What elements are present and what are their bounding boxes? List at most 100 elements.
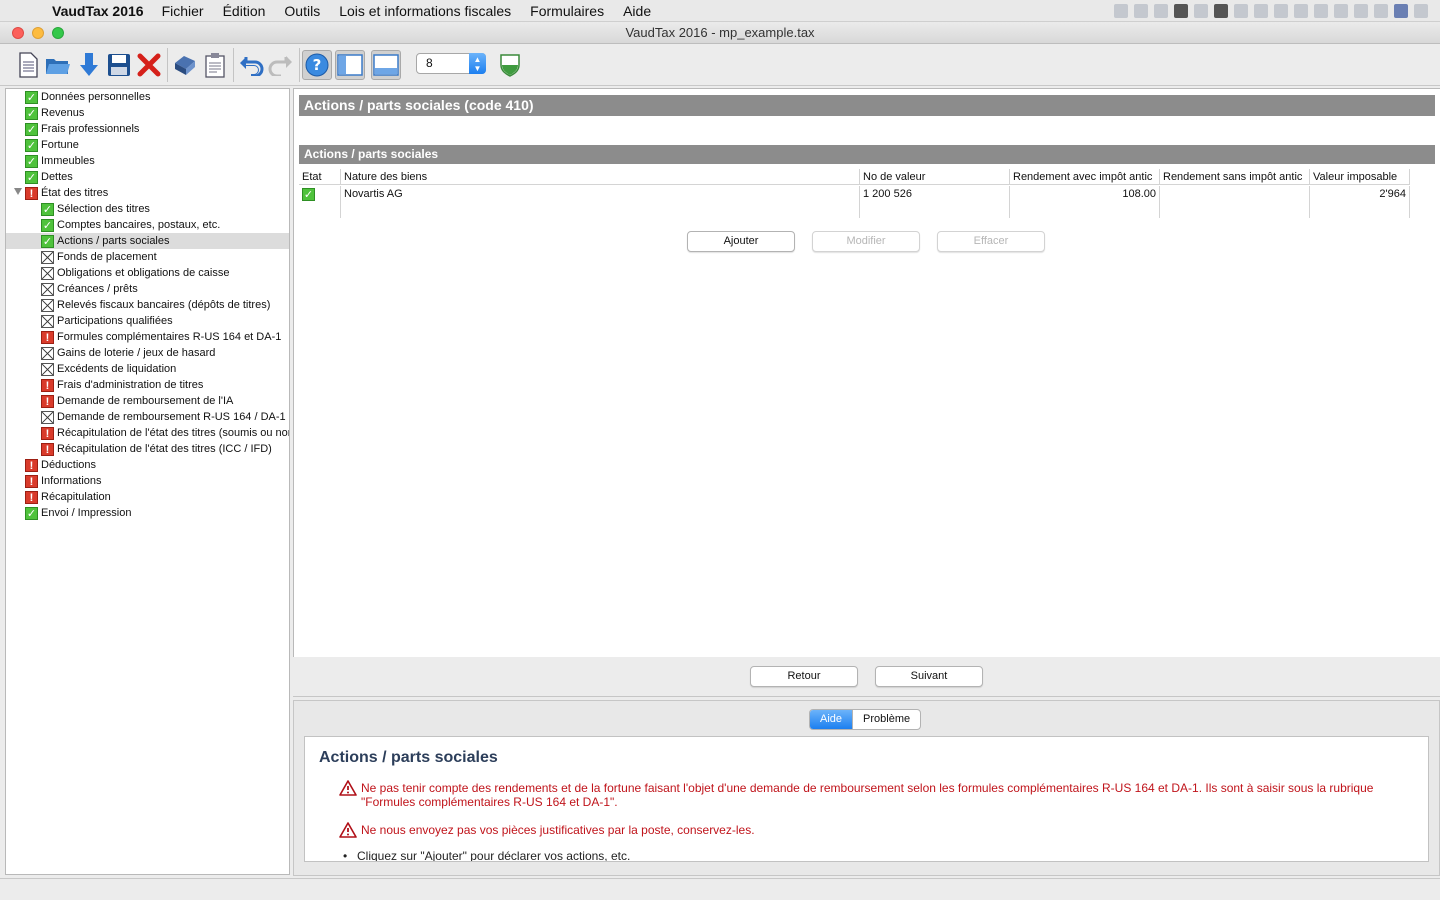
tree-item[interactable]: ✓ Comptes bancaires, postaux, etc. <box>6 217 289 233</box>
clipboard-icon[interactable] <box>200 50 230 80</box>
tray-icon[interactable] <box>1114 4 1128 18</box>
check-icon: ✓ <box>25 506 38 520</box>
tree-item-label: Immeubles <box>41 155 95 167</box>
tree-item[interactable]: ! Déductions <box>6 457 289 473</box>
tree-item[interactable]: ✓ Données personnelles <box>6 89 289 105</box>
tray-icon[interactable] <box>1194 4 1208 18</box>
tree-item[interactable]: ! Frais d'administration de titres <box>6 377 289 393</box>
tray-icon[interactable] <box>1374 4 1388 18</box>
menu-outils[interactable]: Outils <box>284 3 320 19</box>
tree-item[interactable]: Demande de remboursement R-US 164 / DA-1 <box>6 409 289 425</box>
minimize-window-button[interactable] <box>32 27 44 39</box>
tray-icon[interactable] <box>1414 4 1428 18</box>
tree-item[interactable]: ✓ Frais professionnels <box>6 121 289 137</box>
window-title: VaudTax 2016 - mp_example.tax <box>625 25 815 40</box>
menu-edition[interactable]: Édition <box>223 3 266 19</box>
next-button[interactable]: Suivant <box>875 666 983 687</box>
tree-item-label: Obligations et obligations de caisse <box>57 267 230 279</box>
sidebar-toggle-icon[interactable] <box>335 50 365 80</box>
undo-icon[interactable] <box>236 50 266 80</box>
open-folder-icon[interactable] <box>43 50 73 80</box>
tree-item[interactable]: Relevés fiscaux bancaires (dépôts de tit… <box>6 297 289 313</box>
tree-item[interactable]: ✓ Fortune <box>6 137 289 153</box>
help-icon[interactable]: ? <box>302 50 332 80</box>
table-row[interactable]: ✓ Novartis AG 1 200 526 108.00 2'964 <box>299 186 1410 218</box>
tree-item[interactable]: ✓ Revenus <box>6 105 289 121</box>
error-icon: ! <box>41 442 54 456</box>
back-button[interactable]: Retour <box>750 666 858 687</box>
column-header-no-valeur[interactable]: No de valeur <box>860 169 1010 184</box>
help-panel-toggle-icon[interactable] <box>371 50 401 80</box>
menu-lois[interactable]: Lois et informations fiscales <box>339 3 511 19</box>
tree-item[interactable]: ✓ Envoi / Impression <box>6 505 289 521</box>
close-window-button[interactable] <box>12 27 24 39</box>
tree-item[interactable]: ✓ Immeubles <box>6 153 289 169</box>
add-button[interactable]: Ajouter <box>687 231 795 252</box>
tree-item[interactable]: ! État des titres <box>6 185 289 201</box>
row-no-valeur-cell: 1 200 526 <box>860 186 1010 218</box>
tree-item[interactable]: ✓ Dettes <box>6 169 289 185</box>
tray-icon[interactable] <box>1294 4 1308 18</box>
tree-item[interactable]: ! Récapitulation <box>6 489 289 505</box>
column-header-etat[interactable]: Etat <box>299 169 341 184</box>
tree-item[interactable]: Participations qualifiées <box>6 313 289 329</box>
tray-icon[interactable] <box>1154 4 1168 18</box>
tree-item[interactable]: ! Formules complémentaires R-US 164 et DA… <box>6 329 289 345</box>
delete-button[interactable]: Effacer <box>937 231 1045 252</box>
tree-item-label: Comptes bancaires, postaux, etc. <box>57 219 221 231</box>
tree-item-label: Créances / prêts <box>57 283 138 295</box>
menu-aide[interactable]: Aide <box>623 3 651 19</box>
column-header-rendement-sans[interactable]: Rendement sans impôt antic <box>1160 169 1310 184</box>
print-icon[interactable] <box>170 50 200 80</box>
new-document-icon[interactable] <box>13 50 43 80</box>
redo-icon[interactable] <box>266 50 296 80</box>
edit-button[interactable]: Modifier <box>812 231 920 252</box>
delete-icon[interactable] <box>134 50 164 80</box>
tree-item[interactable]: Excédents de liquidation <box>6 361 289 377</box>
tree-item[interactable]: ! Récapitulation de l'état des titres (IC… <box>6 441 289 457</box>
error-icon: ! <box>41 426 54 440</box>
menu-fichier[interactable]: Fichier <box>162 3 204 19</box>
tree-item[interactable]: ! Récapitulation de l'état des titres (so… <box>6 425 289 441</box>
tree-item[interactable]: Gains de loterie / jeux de hasard <box>6 345 289 361</box>
column-header-valeur[interactable]: Valeur imposable <box>1310 169 1410 184</box>
tray-icon[interactable] <box>1214 4 1228 18</box>
tree-item-label: Sélection des titres <box>57 203 150 215</box>
tree-item[interactable]: ✓ Actions / parts sociales <box>6 233 289 249</box>
tray-icon[interactable] <box>1254 4 1268 18</box>
tray-icon[interactable] <box>1134 4 1148 18</box>
tree-item[interactable]: Obligations et obligations de caisse <box>6 265 289 281</box>
zoom-select[interactable]: 8 ▲ ▼ <box>416 53 486 74</box>
tray-icon[interactable] <box>1174 4 1188 18</box>
help-warning-line: Ne pas tenir compte des rendements et de… <box>361 781 1374 795</box>
chevron-updown-icon[interactable]: ▲ ▼ <box>469 53 486 74</box>
row-nature-cell: Novartis AG <box>341 186 860 218</box>
download-arrow-icon[interactable] <box>74 50 104 80</box>
tree-item[interactable]: ✓ Sélection des titres <box>6 201 289 217</box>
save-icon[interactable] <box>104 50 134 80</box>
tree-item[interactable]: Fonds de placement <box>6 249 289 265</box>
tree-item[interactable]: Créances / prêts <box>6 281 289 297</box>
menu-app-name[interactable]: VaudTax 2016 <box>52 3 144 19</box>
tree-item-label: Revenus <box>41 107 85 119</box>
tray-icon[interactable] <box>1354 4 1368 18</box>
vaud-shield-icon[interactable] <box>495 50 525 80</box>
tray-icon[interactable] <box>1234 4 1248 18</box>
tray-icon[interactable] <box>1394 4 1408 18</box>
not-applicable-icon <box>41 282 54 296</box>
tray-icon[interactable] <box>1334 4 1348 18</box>
tree-item-label: Demande de remboursement de l'IA <box>57 395 234 407</box>
tab-aide[interactable]: Aide <box>810 710 853 729</box>
zoom-window-button[interactable] <box>52 27 64 39</box>
tray-icon[interactable] <box>1314 4 1328 18</box>
tree-item[interactable]: ! Demande de remboursement de l'IA <box>6 393 289 409</box>
menu-formulaires[interactable]: Formulaires <box>530 3 604 19</box>
disclosure-triangle-icon[interactable] <box>14 188 22 195</box>
column-header-rendement-avec[interactable]: Rendement avec impôt antic <box>1010 169 1160 184</box>
tab-probleme[interactable]: Problème <box>852 710 920 729</box>
tree-item[interactable]: ! Informations <box>6 473 289 489</box>
column-header-nature[interactable]: Nature des biens <box>341 169 860 184</box>
tray-icon[interactable] <box>1274 4 1288 18</box>
tree-item-label: Actions / parts sociales <box>57 235 170 247</box>
error-icon: ! <box>25 474 38 488</box>
